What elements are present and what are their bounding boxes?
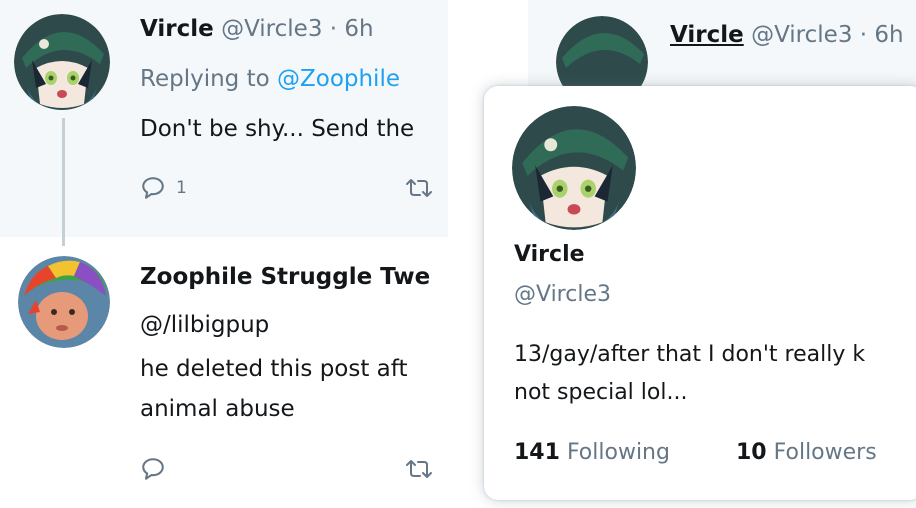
profile-name[interactable]: Vircle [514,242,585,267]
replying-prefix: Replying to [140,66,277,92]
following-count: 141 [514,440,560,465]
reply-body-line-2: animal abuse [140,396,295,422]
reply-action[interactable] [140,456,166,482]
profile-handle[interactable]: @Vircle3 [514,282,611,307]
left-tweet-panel: Vircle @Vircle3 · 6h Replying to @Zoophi… [0,0,448,508]
author-handle-time[interactable]: @Vircle3 · 6h [751,22,904,48]
replying-to-line: Replying to @Zoophile [140,66,400,92]
following-label: Following [566,440,670,465]
reply-action[interactable]: 1 [140,175,187,201]
tweet-body: Don't be shy... Send the [140,116,415,142]
avatar[interactable] [512,106,636,230]
reply-author-name[interactable]: Zoophile Struggle Twe [140,264,430,290]
profile-hovercard: Vircle @Vircle3 13/gay/after that I don'… [484,86,916,500]
retweet-action[interactable] [404,175,434,201]
author-handle-time[interactable]: @Vircle3 · 6h [221,16,374,42]
profile-bio-line-2: not special lol... [514,380,688,405]
reply-body-line-1: he deleted this post aft [140,356,408,382]
following-link[interactable]: 141 Following [514,440,670,465]
reply-icon [142,458,164,480]
reply-count: 1 [176,178,187,198]
followers-count: 10 [736,440,767,465]
reply-author-handle[interactable]: @/lilbigpup [140,312,269,338]
retweet-action[interactable] [404,456,434,482]
avatar[interactable] [14,14,110,110]
author-name[interactable]: Zoophile Struggle Twe [140,264,430,290]
retweet-icon [406,460,432,478]
retweet-icon [406,179,432,197]
author-name[interactable]: Vircle [140,16,214,42]
author-name[interactable]: Vircle [670,22,744,48]
avatar[interactable] [18,256,110,348]
profile-bio-line-1: 13/gay/after that I don't really k [514,342,866,367]
thread-connector-line [62,118,65,246]
followers-label: Followers [773,440,877,465]
tweet-header: Vircle @Vircle3 · 6h [140,16,374,42]
reply-icon [142,177,164,199]
replying-handle-link[interactable]: @Zoophile [277,66,400,92]
tweet-header: Vircle @Vircle3 · 6h [670,22,904,48]
followers-link[interactable]: 10 Followers [736,440,877,465]
